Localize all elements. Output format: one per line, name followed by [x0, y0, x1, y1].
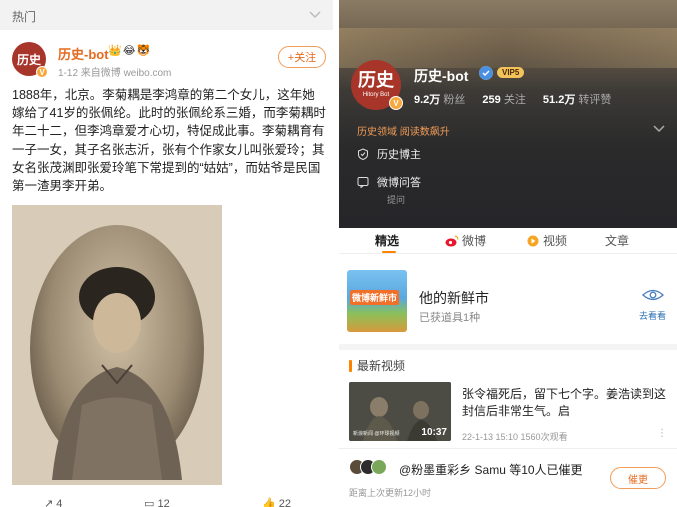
comment-count: 12: [157, 498, 170, 507]
user-avatar: [371, 459, 387, 475]
weibo-icon: [445, 234, 459, 246]
urge-time: 距离上次更新12小时: [349, 488, 432, 498]
profile-panel: 历史 Hitory Bot V 历史-bot VIP5 9.2万 粉丝 259 …: [339, 0, 677, 507]
tab-video[interactable]: 视频: [526, 232, 567, 249]
post-text: 1888年，北京。李菊耦是李鸿章的第二个女儿，这年她嫁给了41岁的张佩纶。此时的…: [12, 88, 326, 194]
follow-button[interactable]: +关注: [278, 46, 326, 68]
tab-featured-label: 精选: [375, 234, 400, 248]
like-button[interactable]: 👍 22: [262, 497, 291, 507]
following-count[interactable]: 259: [482, 94, 500, 106]
tab-featured[interactable]: 精选: [375, 232, 399, 249]
portrait-figure: [52, 267, 182, 480]
urge-text: @粉墨重彩乡 Samu 等10人已催更: [399, 463, 583, 477]
market-subtitle: 已获道具1种: [419, 312, 481, 324]
urge-avatars: [349, 459, 393, 477]
profile-tabs: 精选 微博 视频 文章: [339, 228, 677, 254]
eye-icon[interactable]: [642, 288, 664, 302]
post-meta: 1-12 来自微博 weibo.com: [58, 68, 172, 79]
market-title: 他的新鲜市: [419, 290, 489, 306]
author-avatar-text: 历史: [16, 52, 41, 67]
interaction-label: 转评赞: [578, 94, 612, 106]
active-tab-indicator: [382, 251, 396, 253]
blogger-tag-row: 历史博主: [357, 146, 421, 162]
qa-icon: [357, 177, 369, 188]
author-name[interactable]: 历史-bot: [58, 44, 109, 63]
author-badges-icon: 👑😂🐯: [108, 45, 152, 57]
profile-name: 历史-bot: [414, 68, 469, 84]
like-count: 22: [278, 498, 292, 507]
section-separator: [339, 344, 677, 350]
video-watermark: 新浪新闻 @环球视频: [353, 431, 400, 437]
more-options-icon[interactable]: ⋮: [657, 428, 667, 439]
tab-video-label: 视频: [543, 234, 568, 248]
profile-stats: 9.2万 粉丝 259 关注 51.2万 转评赞: [414, 91, 625, 107]
qa-label: 微博问答: [377, 177, 421, 189]
video-duration: 10:37: [421, 427, 447, 438]
market-thumbnail: 微博新鲜市: [347, 270, 407, 332]
profile-header: 历史 Hitory Bot V 历史-bot VIP5 9.2万 粉丝 259 …: [339, 0, 677, 228]
video-tab-icon: [527, 235, 539, 246]
header-background: [339, 28, 677, 68]
repost-count: 4: [56, 498, 63, 507]
comment-button[interactable]: ▭ 12: [144, 497, 170, 507]
following-label: 关注: [503, 94, 526, 106]
latest-videos-header: 最新视频: [349, 357, 405, 374]
profile-avatar-text: 历史: [358, 70, 394, 91]
urge-separator: [339, 448, 677, 449]
urge-button[interactable]: 催更: [610, 467, 666, 489]
repost-button[interactable]: ↗ 4: [44, 497, 62, 507]
domain-line: 历史领域 阅读数飙升: [357, 127, 450, 138]
video-title[interactable]: 张令福死后，留下七个字。姜浩读到这封信后非常生气。启: [462, 386, 667, 420]
expand-chevron-icon[interactable]: [651, 122, 667, 136]
vip-badge: VIP5: [497, 67, 525, 78]
tab-article-label: 文章: [605, 234, 630, 248]
tab-article[interactable]: 文章: [605, 232, 629, 249]
video-meta: 22-1-13 15:10 1560次观看: [462, 432, 568, 442]
profile-verified-icon: V: [389, 96, 403, 110]
post-photo[interactable]: [12, 205, 222, 485]
fans-label: 粉丝: [443, 94, 466, 106]
verified-check-icon: [479, 66, 493, 80]
hot-bar: 热门: [0, 0, 333, 30]
blogger-tag: 历史博主: [377, 149, 421, 161]
market-thumb-label: 微博新鲜市: [350, 290, 400, 305]
tab-weibo-label: 微博: [462, 234, 487, 248]
profile-avatar-sub: Hitory Bot: [362, 92, 390, 98]
qa-row[interactable]: 微博问答: [357, 174, 421, 190]
interaction-count: 51.2万: [542, 94, 576, 106]
qa-sub: 提问: [387, 195, 406, 205]
latest-videos-title: 最新视频: [357, 359, 406, 373]
go-see-link[interactable]: 去看看: [639, 309, 666, 322]
market-card[interactable]: 微博新鲜市 他的新鲜市 已获道具1种 去看看: [347, 268, 667, 336]
hot-label: 热门: [12, 10, 37, 24]
tab-weibo[interactable]: 微博: [445, 232, 486, 249]
video-thumbnail[interactable]: 新浪新闻 @环球视频 10:37: [349, 382, 451, 441]
shield-icon: [358, 148, 368, 160]
post-actions: ↗ 4 ▭ 12 👍 22: [0, 497, 333, 507]
verified-icon: V: [36, 66, 48, 78]
fans-count[interactable]: 9.2万: [414, 94, 440, 106]
post-panel: 热门 历史 V 历史-bot 👑😂🐯 1-12 来自微博 weibo.com +…: [0, 0, 333, 507]
chevron-down-icon[interactable]: [307, 6, 323, 22]
section-accent-bar: [349, 359, 352, 372]
